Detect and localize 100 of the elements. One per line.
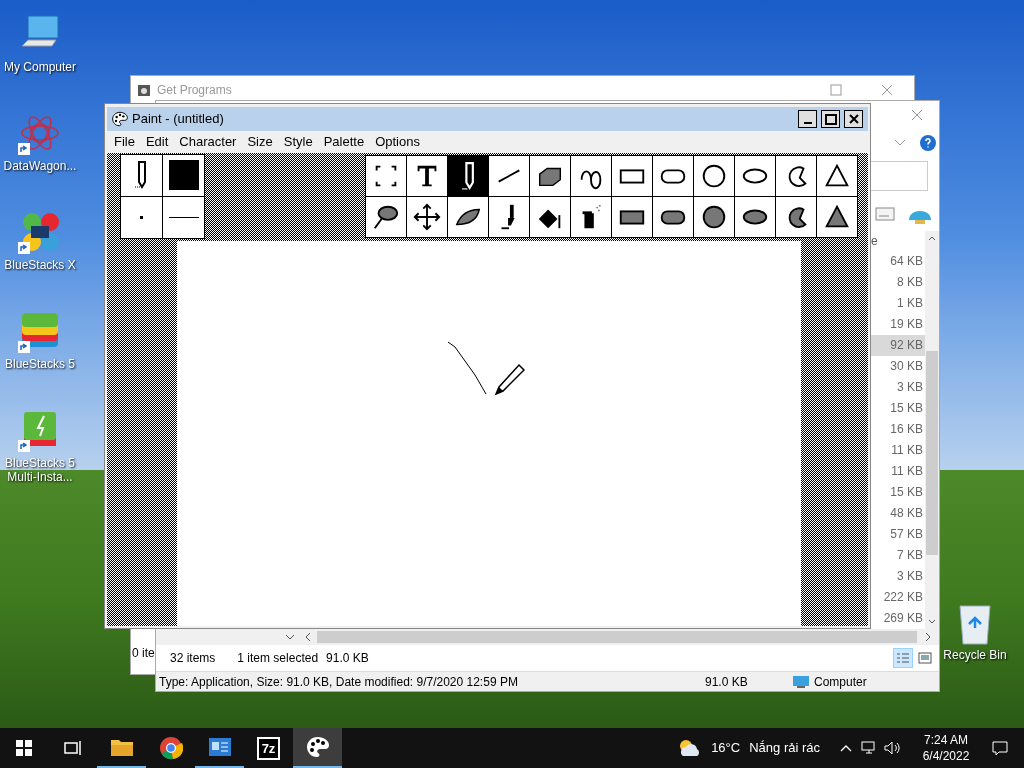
file-size-cell-text: 30 KB	[889, 358, 924, 375]
weather-text[interactable]: Nắng rải rác	[749, 738, 820, 758]
help-icon[interactable]	[920, 134, 936, 151]
tool-button[interactable]	[366, 196, 406, 237]
tool-button[interactable]	[366, 155, 406, 196]
minimize-icon	[803, 122, 812, 124]
scroll-right-icon[interactable]	[925, 632, 931, 642]
window-title: Paint - (untitled)	[132, 110, 224, 129]
tool-button[interactable]	[530, 155, 570, 196]
menu-item[interactable]: Character	[179, 132, 237, 152]
chevron-down-icon[interactable]	[285, 634, 295, 640]
file-size-cell-text: 269 KB	[882, 610, 924, 627]
tool-button[interactable]	[735, 155, 775, 196]
file-size-cell-text: 3 KB	[896, 568, 924, 585]
maximize-button[interactable]	[821, 110, 840, 128]
tool-button[interactable]	[653, 196, 693, 237]
location-label: Computer	[814, 673, 867, 691]
scroll-up-icon[interactable]	[928, 235, 936, 241]
color-swatch[interactable]	[168, 160, 199, 190]
details-list-icon	[896, 652, 910, 664]
scrollbar[interactable]	[925, 231, 939, 629]
file-size-cell-text: 48 KB	[889, 505, 924, 522]
close-icon[interactable]	[881, 84, 893, 96]
tool-button[interactable]	[448, 196, 488, 237]
large-icons-icon	[918, 652, 932, 664]
tool-button[interactable]	[612, 155, 652, 196]
browser-icon	[158, 736, 183, 760]
taskbar-button[interactable]: 7z	[244, 728, 293, 768]
weather-icon[interactable]	[677, 738, 702, 758]
column-header[interactable]: e	[871, 231, 925, 251]
pencil-tool-icon	[461, 161, 475, 190]
chevron-up-icon[interactable]	[840, 744, 852, 752]
tool-button[interactable]	[653, 155, 693, 196]
menu-item[interactable]: Size	[247, 132, 273, 152]
tool-button[interactable]	[571, 196, 611, 237]
move-tool-icon	[412, 201, 442, 232]
menu-item[interactable]: Options	[375, 132, 420, 152]
selection-status: 1 item selected	[237, 650, 319, 667]
file-size-cell: 92 KB	[871, 335, 925, 356]
file-size-cell-text: 57 KB	[889, 526, 924, 543]
desktop-shortcut-icon[interactable]	[18, 210, 62, 254]
tool-button[interactable]	[735, 196, 775, 237]
tool-button[interactable]	[407, 196, 447, 237]
tool-button[interactable]	[817, 155, 857, 196]
item-count: 32 items	[170, 650, 216, 667]
file-size-cell-text: 19 KB	[889, 316, 924, 333]
notification-icon[interactable]	[992, 740, 1008, 756]
window-title: Get Programs	[157, 82, 232, 99]
file-size-cell-text: 15 KB	[889, 484, 924, 501]
windows-logo-icon	[16, 740, 32, 756]
chevron-down-icon[interactable]	[894, 138, 906, 147]
scroll-left-icon[interactable]	[305, 632, 311, 642]
tool-button[interactable]	[776, 196, 816, 237]
temperature-text[interactable]: 16°C	[711, 738, 741, 758]
file-size-cell-text: 3 KB	[896, 379, 924, 396]
selection-size: 91.0 KB	[326, 650, 369, 667]
line-width-icon[interactable]	[168, 216, 199, 218]
search-field[interactable]	[870, 161, 928, 191]
window-app-icon	[207, 736, 232, 758]
tool-button[interactable]	[694, 155, 734, 196]
tool-button[interactable]	[612, 196, 652, 237]
tool-button[interactable]	[489, 196, 529, 237]
tool-button[interactable]	[694, 196, 734, 237]
file-size: 91.0 KB	[705, 673, 749, 691]
file-size-cell-text: 16 KB	[889, 421, 924, 438]
desktop-icon-label: My Computer	[3, 60, 77, 74]
scrollbar-thumb[interactable]	[317, 631, 917, 643]
task-view-icon	[62, 739, 83, 757]
taskbar-button[interactable]	[293, 728, 342, 768]
tool-button[interactable]	[489, 155, 529, 196]
clock[interactable]: 7:24 AM 6/4/2022	[912, 732, 980, 764]
desktop-icon-label: BlueStacks 5 Multi-Insta...	[3, 456, 76, 484]
file-size-cell-text: 7 KB	[896, 547, 924, 564]
tool-button[interactable]	[776, 155, 816, 196]
network-icon[interactable]	[861, 741, 877, 755]
tool-button[interactable]	[817, 196, 857, 237]
close-button[interactable]	[844, 110, 863, 128]
menu-item[interactable]: Palette	[323, 132, 365, 152]
menu-item[interactable]: Edit	[145, 132, 169, 152]
file-size-cell-text: 15 KB	[889, 400, 924, 417]
scrollbar-thumb[interactable]	[926, 351, 938, 555]
scroll-down-icon[interactable]	[928, 619, 936, 625]
shortcut-arrow-icon	[18, 341, 30, 353]
shortcut-arrow-icon	[18, 143, 30, 155]
folder-icon	[109, 737, 134, 757]
menu-item[interactable]: File	[114, 132, 135, 152]
file-size-cell-text: 64 KB	[889, 253, 924, 270]
menu-item[interactable]: Style	[283, 132, 313, 152]
dot-size-icon[interactable]	[140, 215, 143, 219]
tool-button[interactable]	[530, 196, 570, 237]
desktop-icon-label: Recycle Bin	[943, 647, 1007, 664]
tool-button[interactable]	[407, 155, 447, 196]
desktop-icon-label: BlueStacks X	[3, 258, 77, 272]
tool-button[interactable]	[571, 155, 611, 196]
volume-icon[interactable]	[884, 741, 902, 755]
close-icon[interactable]	[911, 109, 923, 121]
close-icon	[848, 114, 859, 124]
monitor-icon	[792, 674, 810, 689]
minimize-button[interactable]	[798, 110, 817, 128]
file-size-cell-text: 1 KB	[896, 295, 924, 312]
